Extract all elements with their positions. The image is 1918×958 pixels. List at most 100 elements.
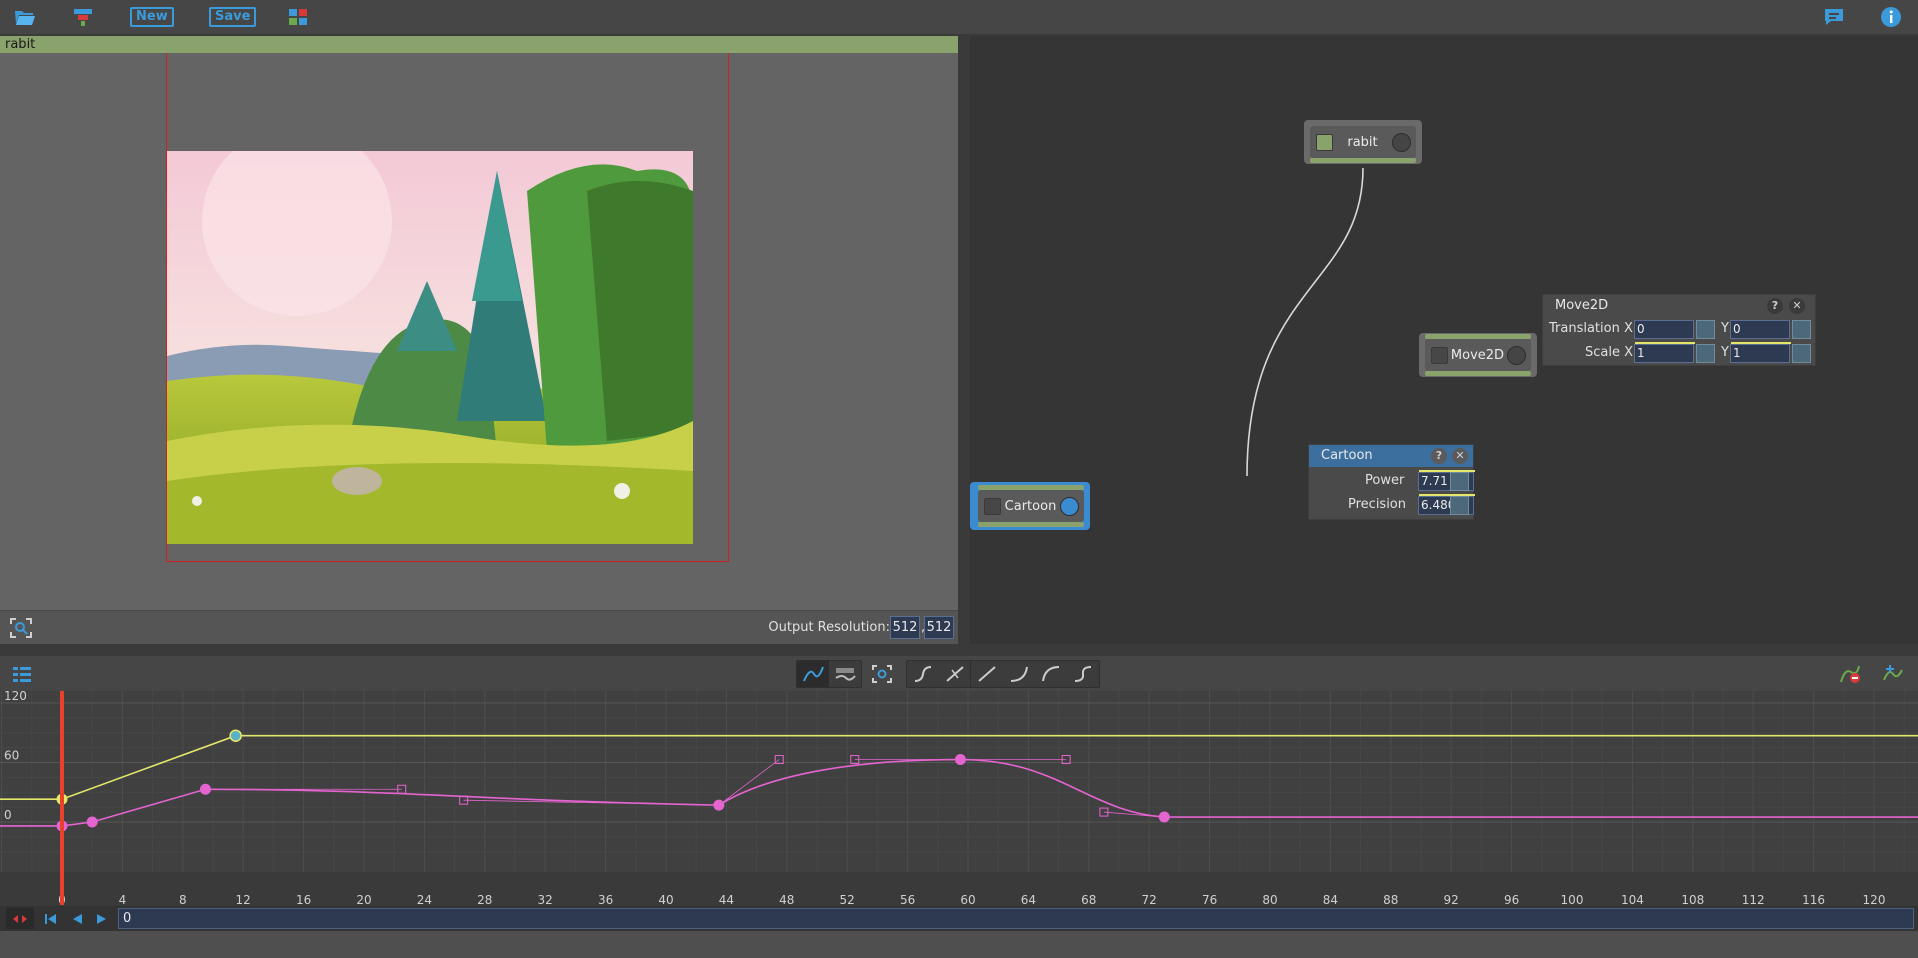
x-tick-label: 104 bbox=[1621, 893, 1644, 905]
frame-input[interactable]: 0 bbox=[118, 908, 1914, 929]
curve-canvas[interactable]: 1206000481216202428323640444852566064687… bbox=[0, 689, 1918, 907]
x-tick-label: 32 bbox=[538, 893, 553, 905]
folder-open-icon[interactable] bbox=[13, 6, 37, 28]
x-tick-label: 36 bbox=[598, 893, 613, 905]
main-toolbar: New Save bbox=[0, 0, 1918, 34]
output-port[interactable] bbox=[1060, 496, 1079, 516]
feedback-icon[interactable] bbox=[1822, 6, 1846, 28]
translation-x-label: Translation X bbox=[1549, 321, 1633, 336]
image-viewer: rabit Output Resolution: 512 512 bbox=[0, 36, 958, 644]
x-tick-label: 20 bbox=[356, 893, 371, 905]
x-tick-label: 56 bbox=[900, 893, 915, 905]
y-tick-label: 0 bbox=[4, 808, 12, 822]
x-tick-label: 64 bbox=[1021, 893, 1036, 905]
keyframe[interactable] bbox=[1158, 811, 1170, 823]
curve-view-icon[interactable] bbox=[797, 661, 829, 687]
node-enable-checkbox[interactable] bbox=[1431, 346, 1448, 364]
dopesheet-view-icon[interactable] bbox=[829, 661, 861, 687]
keyframe[interactable] bbox=[713, 799, 725, 811]
close-icon[interactable]: ✕ bbox=[1452, 448, 1468, 464]
save-button[interactable]: Save bbox=[209, 7, 257, 27]
ease-in-tangent-icon[interactable] bbox=[1003, 661, 1035, 687]
translation-y-field[interactable]: 0 bbox=[1730, 320, 1790, 339]
add-key-icon[interactable] bbox=[1881, 663, 1905, 685]
broken-tangent-icon[interactable] bbox=[939, 661, 971, 687]
translation-x-field[interactable]: 0 bbox=[1634, 320, 1694, 339]
remove-curve-icon[interactable] bbox=[1838, 663, 1862, 685]
x-tick-label: 116 bbox=[1802, 893, 1825, 905]
animate-curve-icon[interactable] bbox=[1696, 344, 1715, 363]
x-tick-label: 88 bbox=[1383, 893, 1398, 905]
node-enable-checkbox[interactable] bbox=[1316, 133, 1333, 151]
panel-title: Cartoon bbox=[1321, 448, 1373, 463]
keyframe[interactable] bbox=[86, 816, 98, 828]
loop-icon[interactable] bbox=[6, 908, 34, 929]
x-tick-label: 12 bbox=[236, 893, 251, 905]
play-backward-icon[interactable] bbox=[69, 909, 85, 929]
animate-curve-icon[interactable] bbox=[1792, 320, 1811, 339]
keyframe-selected[interactable] bbox=[229, 729, 242, 742]
animate-curve-icon[interactable] bbox=[1450, 496, 1469, 515]
play-forward-icon[interactable] bbox=[94, 909, 110, 929]
step-tangent-icon[interactable] bbox=[1067, 661, 1099, 687]
power-value: 7.71 bbox=[1421, 474, 1448, 488]
node-rabit[interactable]: rabit bbox=[1304, 120, 1422, 164]
x-tick-label: 48 bbox=[779, 893, 794, 905]
help-icon[interactable]: ? bbox=[1767, 298, 1783, 314]
keyframe[interactable] bbox=[954, 754, 966, 766]
scale-x-value: 1 bbox=[1637, 346, 1645, 360]
output-port[interactable] bbox=[1392, 132, 1411, 152]
node-move2d[interactable]: Move2D bbox=[1419, 333, 1537, 377]
x-tick-label: 60 bbox=[960, 893, 975, 905]
ease-out-tangent-icon[interactable] bbox=[1035, 661, 1067, 687]
scale-y-field[interactable]: 1 bbox=[1730, 342, 1791, 363]
x-tick-label: 72 bbox=[1142, 893, 1157, 905]
cartoon-properties-panel: Cartoon ? ✕ Power 7.71 Precision 6.4803 bbox=[1308, 444, 1475, 520]
node-label: rabit bbox=[1347, 134, 1378, 150]
plugin-icon[interactable] bbox=[286, 6, 310, 28]
node-label: Move2D bbox=[1450, 347, 1505, 363]
node-cartoon[interactable]: Cartoon bbox=[970, 482, 1090, 530]
scale-y-label: Y bbox=[1721, 345, 1729, 360]
status-bar bbox=[0, 931, 1918, 958]
playhead[interactable] bbox=[60, 691, 64, 905]
scale-x-label: Scale X bbox=[1585, 345, 1634, 360]
resolution-height-field[interactable]: 512 bbox=[924, 616, 954, 639]
tangent-mode-group-a bbox=[906, 660, 972, 688]
new-button[interactable]: New bbox=[130, 7, 174, 27]
tangent-mode-group-b bbox=[970, 660, 1100, 688]
curve-editor-plot[interactable]: 1206000481216202428323640444852566064687… bbox=[0, 689, 1918, 907]
animate-curve-icon[interactable] bbox=[1450, 472, 1469, 491]
viewer-footer: Output Resolution: 512 , 512 bbox=[0, 610, 958, 644]
info-icon[interactable] bbox=[1879, 6, 1903, 28]
animate-curve-icon[interactable] bbox=[1792, 344, 1811, 363]
help-icon[interactable]: ? bbox=[1431, 448, 1447, 464]
close-icon[interactable]: ✕ bbox=[1789, 298, 1805, 314]
linear-tangent-icon[interactable] bbox=[971, 661, 1003, 687]
viewer-title: rabit bbox=[0, 36, 958, 53]
y-tick-label: 60 bbox=[4, 749, 19, 763]
scale-x-field[interactable]: 1 bbox=[1634, 342, 1695, 363]
output-port[interactable] bbox=[1507, 345, 1526, 365]
frame-all-icon[interactable] bbox=[870, 663, 894, 685]
x-tick-label: 40 bbox=[658, 893, 673, 905]
x-tick-label: 28 bbox=[477, 893, 492, 905]
curve-editor-toolbar bbox=[0, 656, 1918, 691]
go-to-start-icon[interactable] bbox=[43, 909, 59, 929]
curve-list-icon[interactable] bbox=[10, 663, 34, 685]
x-tick-label: 120 bbox=[1863, 893, 1886, 905]
node-graph: rabit Move2D Move2D ? ✕ Translation X 0 … bbox=[970, 36, 1918, 644]
precision-label: Precision bbox=[1348, 497, 1407, 512]
preview-image bbox=[167, 151, 693, 544]
node-library-icon[interactable] bbox=[71, 6, 95, 28]
smooth-tangent-icon[interactable] bbox=[907, 661, 939, 687]
x-tick-label: 92 bbox=[1444, 893, 1459, 905]
x-tick-label: 8 bbox=[179, 893, 187, 905]
resolution-width-field[interactable]: 512 bbox=[890, 616, 920, 639]
animate-curve-icon[interactable] bbox=[1696, 320, 1715, 339]
fit-view-icon[interactable] bbox=[9, 617, 33, 639]
keyframe[interactable] bbox=[199, 783, 211, 795]
y-tick-label: 120 bbox=[4, 691, 27, 703]
scale-y-value: 1 bbox=[1733, 346, 1741, 360]
node-enable-checkbox[interactable] bbox=[984, 497, 1001, 515]
